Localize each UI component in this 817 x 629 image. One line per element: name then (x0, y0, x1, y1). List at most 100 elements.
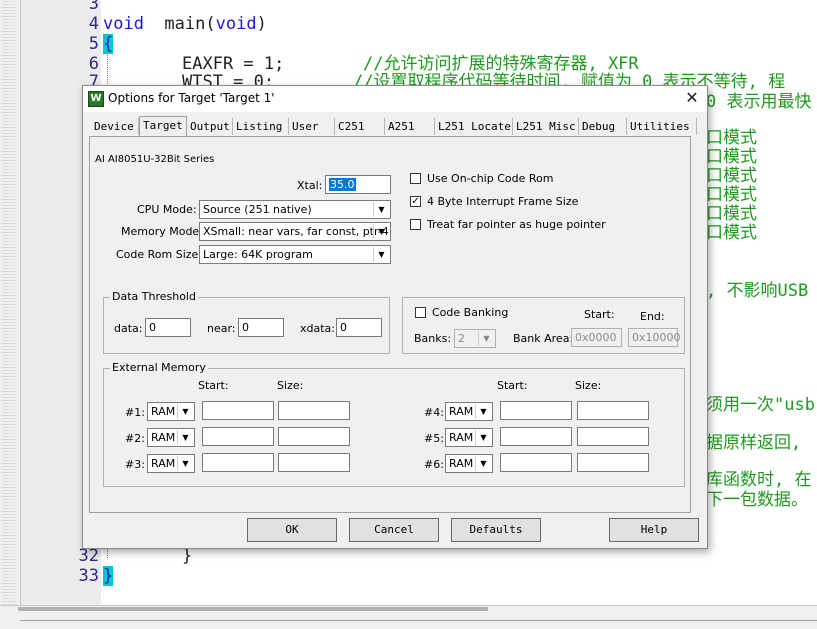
code-text: } (182, 546, 193, 566)
ext-type-select[interactable]: RAM ▼ (445, 428, 493, 447)
ext-type-select[interactable]: RAM ▼ (445, 402, 493, 421)
ext-size-input[interactable] (577, 427, 649, 446)
ext-start-input[interactable] (500, 401, 572, 420)
ext-type-select[interactable]: RAM ▼ (445, 454, 493, 473)
chevron-down-icon: ▼ (475, 456, 491, 471)
far-pointer-label: Treat far pointer as huge pointer (427, 218, 606, 231)
near-label: near: (207, 322, 236, 335)
code-text: ) (256, 14, 267, 34)
use-onchip-label: Use On-chip Code Rom (427, 172, 554, 185)
ext-type-select[interactable]: RAM ▼ (147, 428, 195, 447)
tab-c251[interactable]: C251 (335, 118, 385, 135)
code-text: main( (143, 14, 216, 34)
ext-row-label: #2: (125, 432, 145, 445)
chevron-down-icon: ▼ (478, 331, 494, 346)
line-number: 3 (88, 0, 99, 14)
data-threshold-title: Data Threshold (110, 290, 198, 303)
code-comment-fragment: 口模式 (706, 223, 757, 243)
data-label: data: (114, 322, 143, 335)
code-line: EAXFR = 1; (182, 54, 284, 74)
code-banking-label: Code Banking (432, 306, 509, 319)
bank-start-input[interactable]: 0x0000 (571, 328, 622, 347)
far-pointer-checkbox[interactable] (410, 219, 421, 230)
tab-output[interactable]: Output (187, 118, 233, 135)
code-banking-checkbox[interactable] (415, 307, 426, 318)
ext-start-input[interactable] (202, 453, 274, 472)
cpu-mode-label: CPU Mode: (137, 203, 197, 216)
tab-l251-misc[interactable]: L251 Misc (513, 118, 579, 135)
tab-target[interactable]: Target (139, 116, 187, 136)
tab-l251-locate[interactable]: L251 Locate (435, 118, 513, 135)
matching-brace: { (103, 34, 114, 54)
data-input[interactable]: 0 (145, 318, 191, 337)
code-comment-fragment: , 不影响USB (706, 281, 809, 301)
code-comment-fragment: 库函数时, 在 (706, 470, 812, 490)
matching-brace: } (103, 566, 114, 586)
tab-a251[interactable]: A251 (385, 118, 435, 135)
frame-size-checkbox[interactable]: ✓ (410, 196, 421, 207)
ext-size-header: Size: (575, 379, 602, 392)
ext-size-input[interactable] (577, 453, 649, 472)
cpu-mode-select[interactable]: Source (251 native) ▼ (199, 200, 391, 219)
xdata-label: xdata: (300, 322, 335, 335)
ok-button[interactable]: OK (247, 518, 337, 542)
tab-device[interactable]: Device (91, 118, 139, 135)
ext-size-input[interactable] (577, 401, 649, 420)
memory-model-label: Memory Model: (121, 225, 206, 238)
tab-utilities[interactable]: Utilities (627, 118, 697, 135)
code-comment-fragment: 0 表示用最快 (706, 92, 812, 112)
ext-type-value: RAM (449, 457, 474, 470)
code-rom-select[interactable]: Large: 64K program ▼ (199, 245, 391, 264)
xdata-input[interactable]: 0 (336, 318, 382, 337)
ext-start-input[interactable] (500, 453, 572, 472)
defaults-button[interactable]: Defaults (451, 518, 541, 542)
close-icon[interactable]: ✕ (681, 87, 703, 109)
near-input[interactable]: 0 (238, 318, 284, 337)
cancel-button[interactable]: Cancel (349, 518, 439, 542)
options-dialog: W Options for Target 'Target 1' ✕ Device… (82, 85, 708, 549)
horizontal-scrollbar[interactable] (18, 607, 488, 611)
ext-type-select[interactable]: RAM ▼ (147, 454, 195, 473)
chevron-down-icon: ▼ (475, 430, 491, 445)
chevron-down-icon: ▼ (373, 202, 389, 217)
dialog-title: Options for Target 'Target 1' (108, 91, 275, 105)
ext-row-label: #5: (424, 432, 444, 445)
ext-start-input[interactable] (202, 427, 274, 446)
external-memory-title: External Memory (110, 361, 208, 374)
dialog-titlebar[interactable]: W Options for Target 'Target 1' ✕ (83, 86, 707, 112)
ext-start-input[interactable] (202, 401, 274, 420)
keyword: void (215, 14, 257, 34)
tab-user[interactable]: User (289, 118, 335, 135)
chevron-down-icon: ▼ (177, 430, 193, 445)
use-onchip-checkbox[interactable] (410, 173, 421, 184)
code-comment-fragment: 口模式 (706, 204, 757, 224)
code-text: EAXFR = 1; (182, 54, 285, 74)
bank-end-input[interactable]: 0x10000 (628, 328, 681, 347)
ext-size-input[interactable] (278, 401, 350, 420)
ext-size-input[interactable] (278, 453, 350, 472)
memory-model-select[interactable]: XSmall: near vars, far const, ptr-4 ▼ (199, 222, 391, 241)
ext-row-label: #6: (424, 458, 444, 471)
line-number: 4 (88, 14, 99, 34)
ext-start-header: Start: (198, 379, 229, 392)
help-button[interactable]: Help (609, 518, 699, 542)
ext-type-value: RAM (449, 405, 474, 418)
bank-area-label: Bank Area: (513, 332, 574, 345)
xtal-input[interactable]: 35.0 (325, 175, 391, 194)
ext-size-header: Size: (277, 379, 304, 392)
chevron-down-icon: ▼ (373, 247, 389, 262)
banks-select[interactable]: 2 ▼ (454, 329, 496, 348)
code-comment: //允许访问扩展的特殊寄存器, XFR (363, 54, 639, 74)
tab-debug[interactable]: Debug (579, 118, 627, 135)
code-comment-fragment: 须用一次"usb (706, 395, 815, 415)
tab-listing[interactable]: Listing (233, 118, 289, 135)
ext-start-input[interactable] (500, 427, 572, 446)
ext-size-input[interactable] (278, 427, 350, 446)
chevron-down-icon: ▼ (177, 456, 193, 471)
ext-start-header: Start: (497, 379, 528, 392)
editor-left-margin (0, 0, 21, 605)
ext-type-value: RAM (449, 431, 474, 444)
memory-model-value: XSmall: near vars, far const, ptr-4 (203, 225, 389, 238)
xtal-label: Xtal: (297, 179, 323, 192)
ext-type-select[interactable]: RAM ▼ (147, 402, 195, 421)
